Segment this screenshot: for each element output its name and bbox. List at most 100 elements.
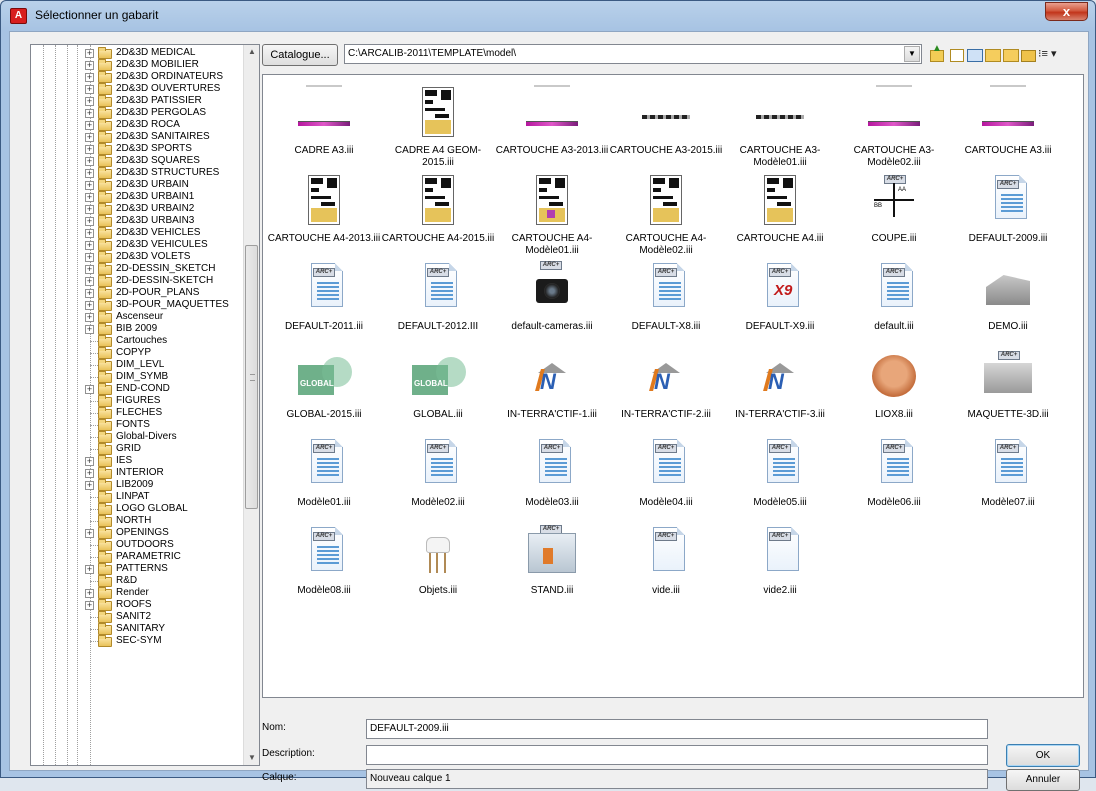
tree-item[interactable]: SANITARY <box>31 623 243 635</box>
tree-item[interactable]: +2D&3D MOBILIER <box>31 59 243 71</box>
file-item[interactable]: ARC+ Modèle07.iii <box>951 433 1065 533</box>
tree-item[interactable]: +2D&3D URBAIN3 <box>31 215 243 227</box>
tree-item[interactable]: + PATTERNS <box>31 563 243 575</box>
file-item[interactable]: ARC+ STAND.iii <box>495 521 609 621</box>
file-item[interactable]: ARC+ Modèle08.iii <box>267 521 381 621</box>
file-item[interactable]: ARC+ vide2.iii <box>723 521 837 621</box>
expand-plus-icon[interactable]: + <box>85 589 94 598</box>
tree-item[interactable]: + INTERIOR <box>31 467 243 479</box>
file-item[interactable]: ARC+ Modèle03.iii <box>495 433 609 533</box>
folder-tree[interactable]: +2D&3D MEDICAL +2D&3D MOBILIER +2D&3D ORDI… <box>30 44 260 766</box>
expand-plus-icon[interactable]: + <box>85 157 94 166</box>
expand-plus-icon[interactable]: + <box>85 193 94 202</box>
file-item[interactable]: CARTOUCHE A4-Modèle02.iii <box>609 169 723 269</box>
tree-scrollbar[interactable]: ▲ ▼ <box>243 45 259 765</box>
file-item[interactable]: CARTOUCHE A3-2013.iii <box>495 81 609 181</box>
tree-item[interactable]: +2D&3D PATISSIER <box>31 95 243 107</box>
expand-plus-icon[interactable]: + <box>85 385 94 394</box>
title-bar[interactable]: A Sélectionner un gabarit x <box>1 1 1095 31</box>
tree-item[interactable]: OUTDOORS <box>31 539 243 551</box>
tree-item[interactable]: LOGO GLOBAL <box>31 503 243 515</box>
tree-item[interactable]: +2D&3D SANITAIRES <box>31 131 243 143</box>
scroll-down-arrow-icon[interactable]: ▼ <box>244 751 259 765</box>
file-item[interactable]: CARTOUCHE A4.iii <box>723 169 837 269</box>
file-item[interactable]: ARC+ default-cameras.iii <box>495 257 609 357</box>
file-item[interactable]: ARC+ default.iii <box>837 257 951 357</box>
folder-icon[interactable] <box>1020 46 1036 62</box>
file-item[interactable]: ARC+ DEFAULT-2011.iii <box>267 257 381 357</box>
tree-item[interactable]: +2D&3D VOLETS <box>31 251 243 263</box>
tree-item[interactable]: COPYP <box>31 347 243 359</box>
expand-plus-icon[interactable]: + <box>85 289 94 298</box>
expand-plus-icon[interactable]: + <box>85 457 94 466</box>
expand-plus-icon[interactable]: + <box>85 217 94 226</box>
tree-item[interactable]: SEC-SYM <box>31 635 243 647</box>
file-item[interactable]: ARC+ MAQUETTE-3D.iii <box>951 345 1065 445</box>
tree-item[interactable]: +2D&3D SQUARES <box>31 155 243 167</box>
expand-plus-icon[interactable]: + <box>85 241 94 250</box>
tree-item[interactable]: SANIT2 <box>31 611 243 623</box>
expand-plus-icon[interactable]: + <box>85 253 94 262</box>
file-item[interactable]: ARC+ DEFAULT-X8.iii <box>609 257 723 357</box>
file-item[interactable]: N IN-TERRA'CTIF-3.iii <box>723 345 837 445</box>
expand-plus-icon[interactable]: + <box>85 181 94 190</box>
close-button[interactable]: x <box>1045 2 1088 21</box>
file-item[interactable]: CARTOUCHE A3-Modèle02.iii <box>837 81 951 181</box>
expand-plus-icon[interactable]: + <box>85 481 94 490</box>
tree-item[interactable]: Global-Divers <box>31 431 243 443</box>
open-folder-icon[interactable] <box>984 46 1001 62</box>
tree-item[interactable]: +2D&3D URBAIN2 <box>31 203 243 215</box>
chevron-down-icon[interactable]: ▼ <box>904 46 920 62</box>
tree-item[interactable]: LINPAT <box>31 491 243 503</box>
file-item[interactable]: CADRE A3.iii <box>267 81 381 181</box>
file-item[interactable]: CADRE A4 GEOM-2015.iii <box>381 81 495 181</box>
tree-item[interactable]: +2D&3D URBAIN <box>31 179 243 191</box>
tree-item[interactable]: + IES <box>31 455 243 467</box>
folder-up-icon[interactable] <box>928 43 944 62</box>
file-item[interactable]: ARC+ Modèle02.iii <box>381 433 495 533</box>
expand-plus-icon[interactable]: + <box>85 61 94 70</box>
file-item[interactable]: N IN-TERRA'CTIF-2.iii <box>609 345 723 445</box>
file-item[interactable]: GLOBAL GLOBAL-2015.iii <box>267 345 381 445</box>
expand-plus-icon[interactable]: + <box>85 229 94 238</box>
cancel-button[interactable]: Annuler <box>1006 769 1080 791</box>
tree-item[interactable]: + BIB 2009 <box>31 323 243 335</box>
file-item[interactable]: LIOX8.iii <box>837 345 951 445</box>
tree-item[interactable]: FLECHES <box>31 407 243 419</box>
tree-item[interactable]: +2D&3D SPORTS <box>31 143 243 155</box>
new-folder-icon[interactable] <box>948 46 964 62</box>
file-item[interactable]: ARC+ AA BB COUPE.iii <box>837 169 951 269</box>
name-field[interactable]: DEFAULT-2009.iii <box>366 719 988 739</box>
file-item[interactable]: CARTOUCHE A3.iii <box>951 81 1065 181</box>
file-item[interactable]: Objets.iii <box>381 521 495 621</box>
tree-item[interactable]: +2D-DESSIN-SKETCH <box>31 275 243 287</box>
tree-item[interactable]: +3D-POUR_MAQUETTES <box>31 299 243 311</box>
tree-item[interactable]: +2D&3D STRUCTURES <box>31 167 243 179</box>
tree-item[interactable]: FONTS <box>31 419 243 431</box>
search-folder-icon[interactable] <box>1002 46 1019 62</box>
expand-plus-icon[interactable]: + <box>85 469 94 478</box>
expand-plus-icon[interactable]: + <box>85 97 94 106</box>
tree-item[interactable]: GRID <box>31 443 243 455</box>
tree-item[interactable]: DIM_LEVL <box>31 359 243 371</box>
tree-item[interactable]: + ROOFS <box>31 599 243 611</box>
catalog-book-icon[interactable] <box>966 46 983 62</box>
view-menu-icon[interactable]: ⁝≡ ▾ <box>1038 46 1068 62</box>
tree-item[interactable]: +2D&3D ROCA <box>31 119 243 131</box>
tree-item[interactable]: NORTH <box>31 515 243 527</box>
expand-plus-icon[interactable]: + <box>85 601 94 610</box>
expand-plus-icon[interactable]: + <box>85 169 94 178</box>
expand-plus-icon[interactable]: + <box>85 313 94 322</box>
tree-item[interactable]: +2D&3D ORDINATEURS <box>31 71 243 83</box>
file-item[interactable]: ARC+ Modèle06.iii <box>837 433 951 533</box>
tree-item[interactable]: + LIB2009 <box>31 479 243 491</box>
tree-item[interactable]: FIGURES <box>31 395 243 407</box>
scroll-thumb[interactable] <box>245 245 258 509</box>
file-item[interactable]: N IN-TERRA'CTIF-1.iii <box>495 345 609 445</box>
tree-item[interactable]: +2D-DESSIN_SKETCH <box>31 263 243 275</box>
file-item[interactable]: ARC+ Modèle01.iii <box>267 433 381 533</box>
tree-item[interactable]: Cartouches <box>31 335 243 347</box>
expand-plus-icon[interactable]: + <box>85 301 94 310</box>
path-combobox[interactable]: C:\ARCALIB-2011\TEMPLATE\model\ ▼ <box>344 44 922 64</box>
tree-item[interactable]: +2D&3D MEDICAL <box>31 47 243 59</box>
